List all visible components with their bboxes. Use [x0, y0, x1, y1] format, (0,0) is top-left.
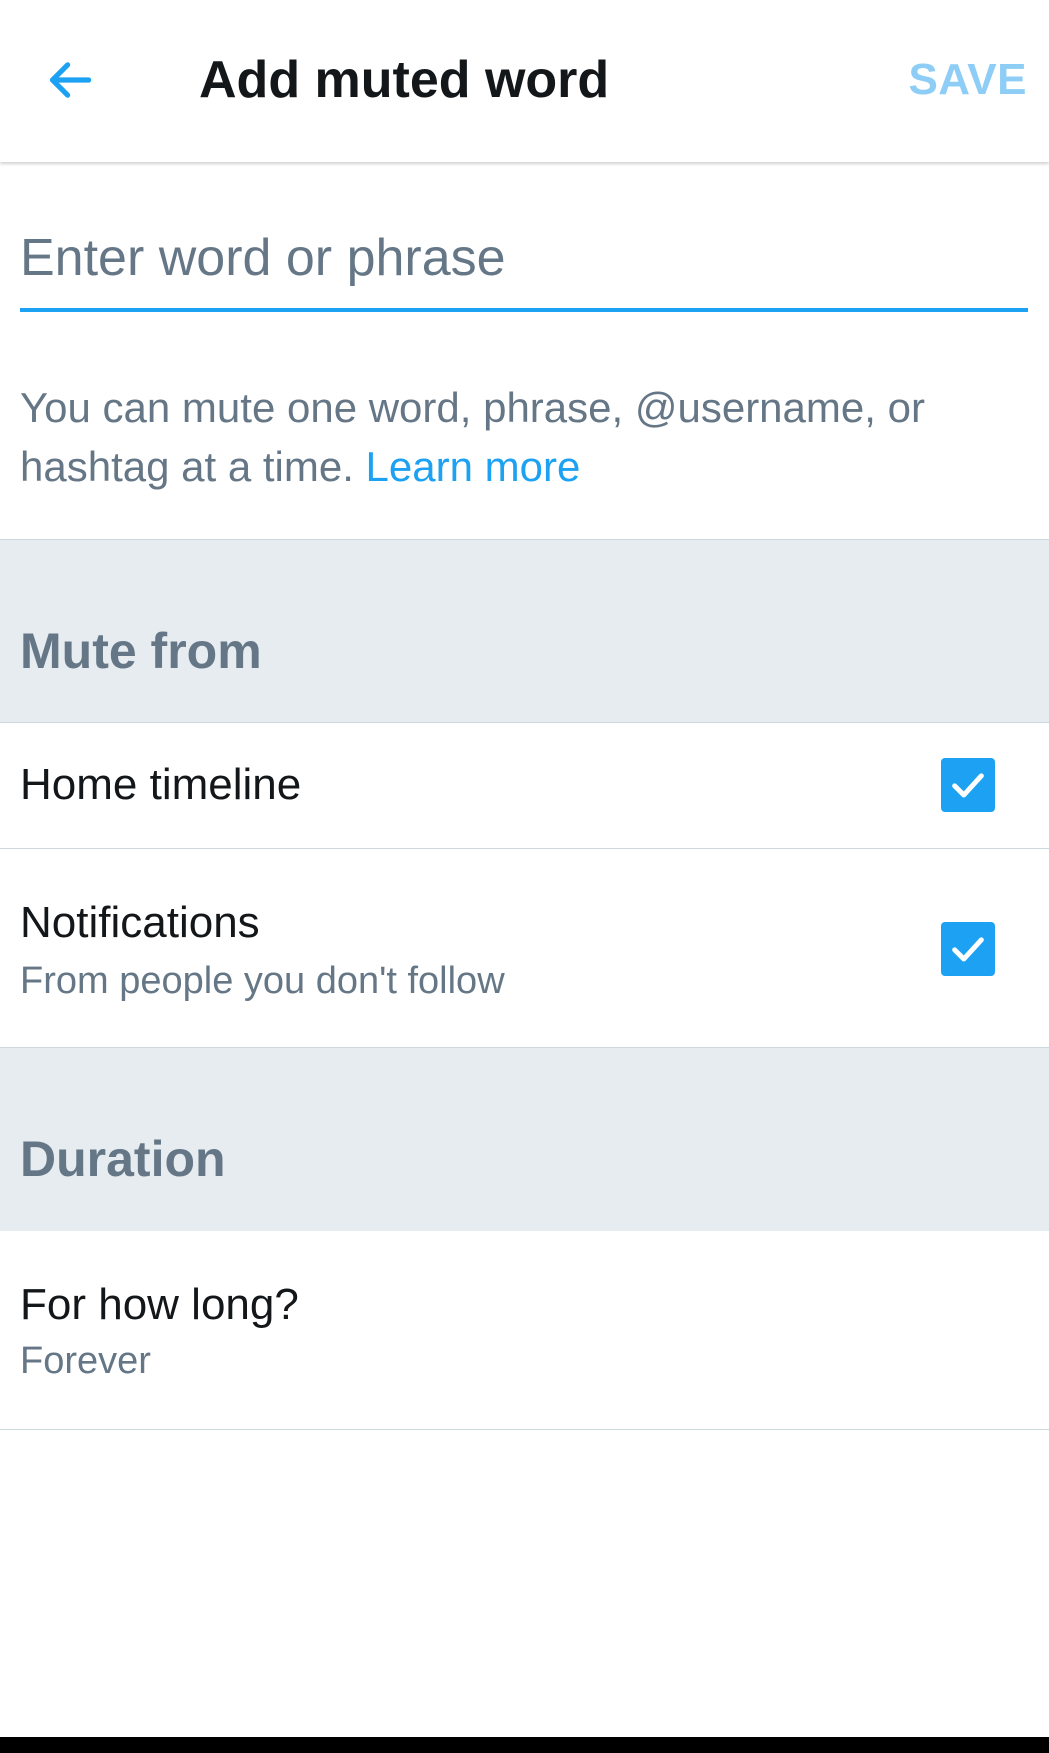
section-header-mute-from: Mute from — [0, 539, 1049, 723]
section-label-mute-from: Mute from — [20, 623, 262, 679]
section-label-duration: Duration — [20, 1131, 226, 1187]
checkmark-icon — [952, 773, 984, 798]
arrow-left-icon — [49, 62, 92, 98]
add-muted-word-screen: Add muted word SAVE You can mute one wor… — [0, 0, 1049, 1753]
muted-word-field — [20, 212, 1028, 312]
top-app-bar: Add muted word SAVE — [0, 0, 1049, 162]
duration-value: Forever — [20, 1340, 151, 1382]
help-text: You can mute one word, phrase, @username… — [20, 378, 1020, 496]
option-row-home-timeline[interactable]: Home timeline — [0, 723, 1049, 849]
checkmark-icon — [952, 937, 984, 962]
option-row-notifications[interactable]: Notifications From people you don't foll… — [0, 849, 1049, 1048]
duration-label: For how long? — [20, 1280, 299, 1329]
muted-word-input[interactable] — [20, 212, 1028, 304]
notifications-sublabel: From people you don't follow — [20, 960, 505, 1002]
home-timeline-label: Home timeline — [20, 760, 302, 809]
notifications-label: Notifications — [20, 898, 260, 947]
back-button[interactable] — [30, 40, 110, 120]
system-nav-bar-edge — [0, 1737, 1049, 1753]
notifications-checkbox[interactable] — [941, 922, 995, 976]
page-title: Add muted word — [199, 51, 610, 109]
option-row-duration[interactable]: For how long? Forever — [0, 1231, 1049, 1430]
save-button[interactable]: SAVE — [908, 50, 1027, 110]
home-timeline-checkbox[interactable] — [941, 758, 995, 812]
section-header-duration: Duration — [0, 1047, 1049, 1232]
learn-more-link[interactable]: Learn more — [366, 443, 581, 490]
